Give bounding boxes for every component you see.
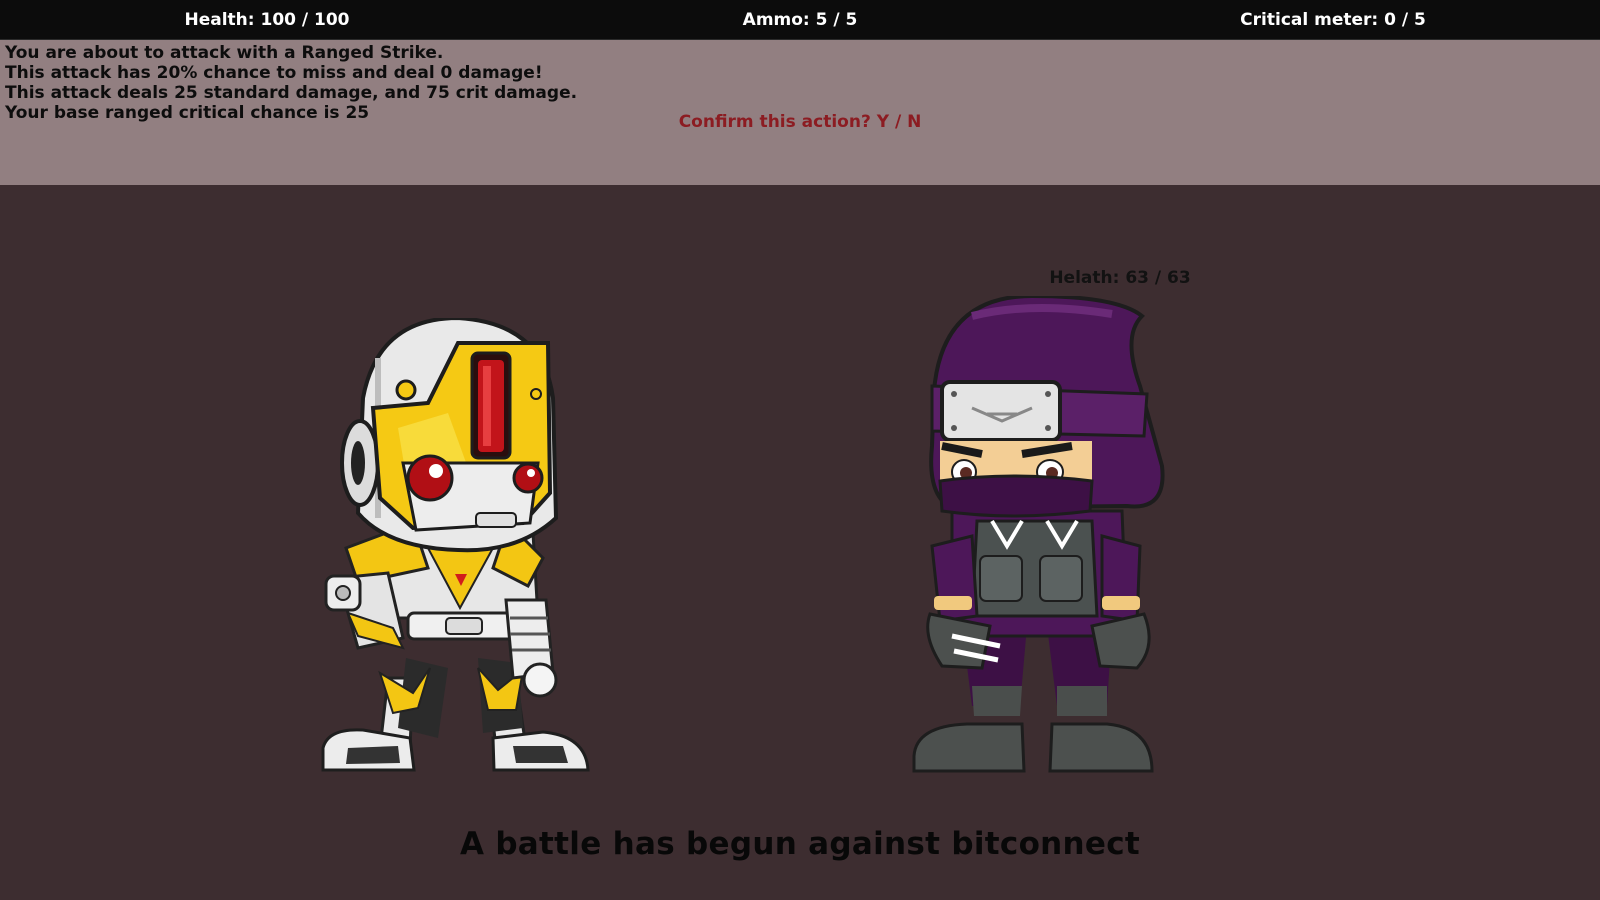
purple-ninja-icon <box>912 296 1165 773</box>
hud-bar: Health: 100 / 100 Ammo: 5 / 5 Critical m… <box>0 0 1600 40</box>
enemy-character[interactable] <box>912 296 1192 796</box>
info-line-crit-chance: Your base ranged critical chance is 25 <box>5 103 370 123</box>
player-ammo-stat: Ammo: 5 / 5 <box>742 10 858 30</box>
action-description: You are about to attack with a Ranged St… <box>5 43 577 123</box>
action-info-panel: You are about to attack with a Ranged St… <box>0 40 1600 185</box>
confirm-action-prompt[interactable]: Confirm this action? Y / N <box>600 112 1000 132</box>
robot-knight-icon <box>321 318 590 772</box>
critical-meter-stat: Critical meter: 0 / 5 <box>1240 10 1426 30</box>
info-line-damage: This attack deals 25 standard damage, an… <box>5 83 578 103</box>
battle-screen: Health: 100 / 100 Ammo: 5 / 5 Critical m… <box>0 0 1600 900</box>
info-line-attack-type: You are about to attack with a Ranged St… <box>5 43 444 63</box>
player-character[interactable] <box>318 318 608 800</box>
info-line-miss-chance: This attack has 20% chance to miss and d… <box>5 63 543 83</box>
battle-status-message: A battle has begun against bitconnect <box>459 826 1141 862</box>
enemy-health-label: Helath: 63 / 63 <box>1049 268 1191 288</box>
player-health-stat: Health: 100 / 100 <box>184 10 350 30</box>
